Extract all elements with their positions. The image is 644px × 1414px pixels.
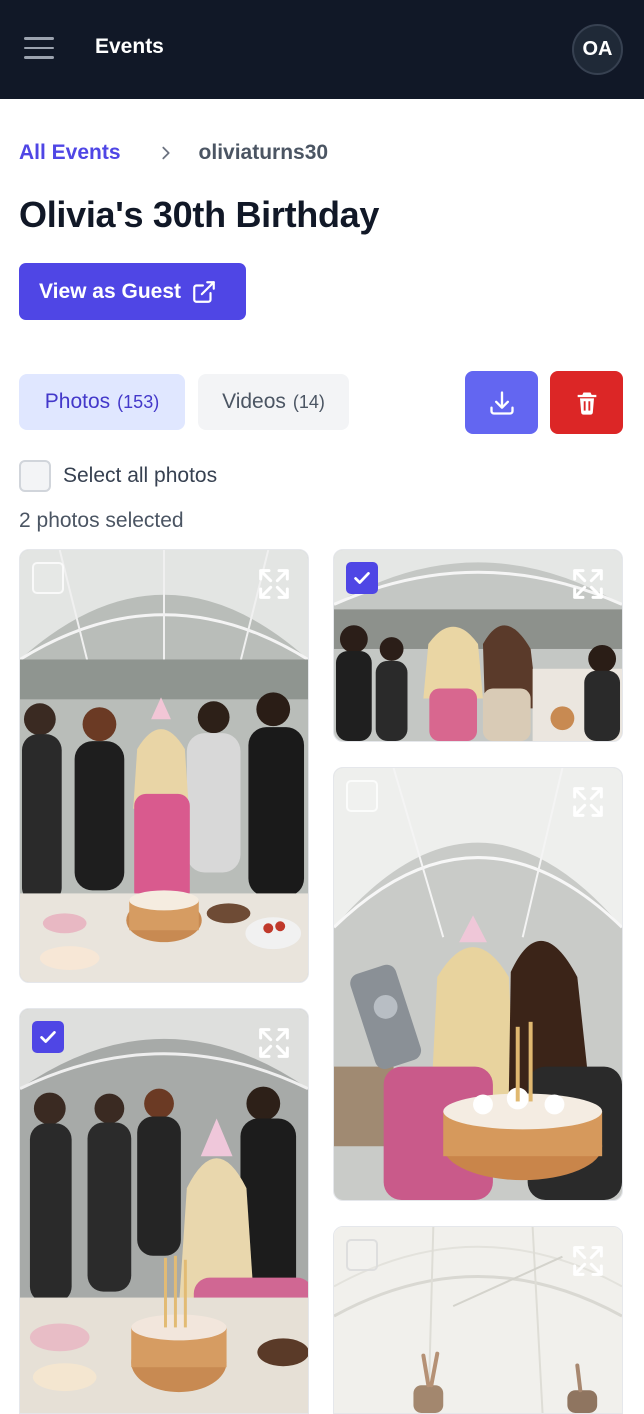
app-header: Events OA <box>0 0 644 99</box>
photo-select-checkbox[interactable] <box>32 562 64 594</box>
select-all-checkbox-box[interactable] <box>19 460 51 492</box>
user-avatar[interactable]: OA <box>572 24 623 75</box>
select-all-photos-checkbox[interactable]: Select all photos <box>19 460 217 492</box>
view-as-guest-button[interactable]: View as Guest <box>19 263 246 320</box>
tab-videos-label: Videos <box>222 390 286 413</box>
expand-icon[interactable] <box>568 564 608 604</box>
photo-card-4[interactable] <box>19 1008 309 1414</box>
chevron-right-icon <box>161 146 170 160</box>
photo-card-2[interactable] <box>333 549 623 742</box>
photo-image-blowing-candles <box>20 1009 308 1413</box>
photo-card-3[interactable] <box>333 767 623 1201</box>
photo-select-checkbox-checked[interactable] <box>32 1021 64 1053</box>
hamburger-menu-icon[interactable] <box>24 37 54 61</box>
photo-select-checkbox-checked[interactable] <box>346 562 378 594</box>
tab-photos[interactable]: Photos (153) <box>19 374 185 430</box>
tab-videos[interactable]: Videos (14) <box>198 374 349 430</box>
expand-icon[interactable] <box>568 1241 608 1281</box>
expand-icon[interactable] <box>254 1023 294 1063</box>
download-icon <box>489 390 514 415</box>
photo-card-1[interactable] <box>19 549 309 983</box>
photo-card-5[interactable] <box>333 1226 623 1414</box>
delete-button[interactable] <box>550 371 623 434</box>
external-link-icon <box>193 280 215 303</box>
app-title: Events <box>95 35 164 58</box>
checkmark-icon <box>354 572 370 584</box>
page-title: Olivia's 30th Birthday <box>19 194 380 235</box>
select-all-label: Select all photos <box>63 464 218 487</box>
photo-select-checkbox[interactable] <box>346 780 378 812</box>
breadcrumb-all-events-link[interactable]: All Events <box>19 141 121 165</box>
checkmark-icon <box>40 1031 56 1043</box>
view-as-guest-label: View as Guest <box>39 279 182 303</box>
breadcrumb-current: oliviaturns30 <box>198 141 329 164</box>
photo-image-group-celebration <box>20 550 308 982</box>
trash-icon <box>577 392 596 415</box>
photo-image-selfie-with-cake <box>334 768 622 1200</box>
expand-icon[interactable] <box>254 564 294 604</box>
tab-videos-count: (14) <box>292 391 325 412</box>
tab-photos-label: Photos <box>44 390 111 413</box>
expand-icon[interactable] <box>568 782 608 822</box>
tab-photos-count: (153) <box>117 391 160 412</box>
photo-select-checkbox[interactable] <box>346 1239 378 1271</box>
breadcrumb: All Events oliviaturns30 <box>19 140 328 166</box>
download-button[interactable] <box>465 371 538 434</box>
selected-count-text: 2 photos selected <box>19 509 184 532</box>
